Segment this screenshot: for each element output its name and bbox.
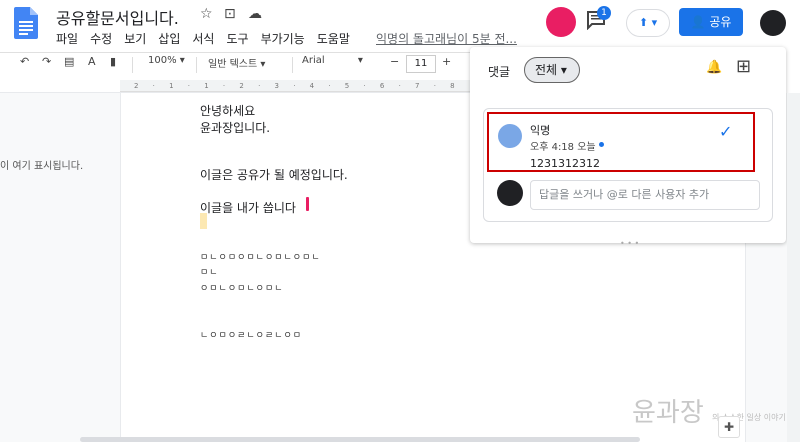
- reply-input[interactable]: 답글을 쓰거나 @로 다른 사용자 추가: [530, 180, 760, 210]
- menu-file[interactable]: 파일: [56, 30, 78, 47]
- ruler[interactable]: 2 · 1 · 1 · 2 · 3 · 4 · 5 · 6 · 7 · 8: [120, 80, 470, 92]
- menu-tools[interactable]: 도구: [226, 30, 248, 47]
- redo-icon[interactable]: ↷: [42, 55, 51, 68]
- document-title[interactable]: 공유할문서입니다.: [56, 5, 179, 29]
- style-select[interactable]: 일반 텍스트 ▾: [208, 55, 265, 70]
- toolbar-divider: [132, 57, 133, 73]
- doc-line[interactable]: 안녕하세요: [200, 102, 255, 119]
- print-icon[interactable]: ▤: [64, 55, 74, 68]
- toolbar-divider: [196, 57, 197, 73]
- menu-format[interactable]: 서식: [192, 30, 214, 47]
- comments-filter-dropdown[interactable]: 전체 ▾: [524, 57, 580, 83]
- vertical-scrollbar[interactable]: [787, 93, 800, 442]
- docs-logo-icon[interactable]: [14, 7, 38, 39]
- move-folder-icon[interactable]: ⊡: [224, 6, 236, 22]
- reply-avatar: [497, 180, 523, 206]
- horizontal-scrollbar[interactable]: [80, 437, 640, 442]
- explore-icon[interactable]: ✚: [718, 416, 740, 438]
- font-size-increase[interactable]: +: [442, 55, 451, 68]
- unread-dot: [599, 142, 604, 147]
- account-avatar[interactable]: [760, 10, 786, 36]
- paint-format-icon[interactable]: ▮: [110, 55, 116, 68]
- add-comment-icon[interactable]: ⊞: [736, 56, 751, 77]
- star-icon[interactable]: ☆: [200, 6, 213, 22]
- menu-bar: 파일 수정 보기 삽입 서식 도구 부가기능 도움말: [56, 30, 362, 47]
- resolve-check-icon[interactable]: ✓: [719, 122, 732, 141]
- notification-badge: 1: [597, 6, 611, 20]
- last-edit-link[interactable]: 익명의 돌고래님이 5분 전...: [376, 30, 517, 47]
- comments-title: 댓글: [488, 65, 511, 79]
- share-button[interactable]: 👤 공유: [679, 8, 743, 36]
- comment-author: 익명: [530, 124, 551, 137]
- toolbar-divider: [292, 57, 293, 73]
- menu-edit[interactable]: 수정: [90, 30, 112, 47]
- present-button[interactable]: ⬆ ▾: [626, 9, 670, 37]
- present-icon: ⬆ ▾: [638, 16, 658, 29]
- cloud-status-icon[interactable]: ☁: [248, 6, 262, 22]
- comment-body: 1231312312: [530, 157, 600, 170]
- google-docs-window: 공유할문서입니다. ☆ ⊡ ☁ 파일 수정 보기 삽입 서식 도구 부가기능 도…: [0, 0, 800, 442]
- doc-line[interactable]: ㅇㅁㄴㅇㅁㄴㅇㅁㄴ: [200, 281, 284, 294]
- font-size-decrease[interactable]: −: [390, 55, 399, 68]
- doc-line[interactable]: ㄴㅇㅁㅇㄹㄴㅇㄹㄴㅇㅁ: [200, 328, 302, 341]
- undo-icon[interactable]: ↶: [20, 55, 29, 68]
- font-size-field[interactable]: 11: [406, 55, 436, 73]
- comment-highlight[interactable]: [200, 213, 207, 229]
- commenter-avatar: [498, 124, 522, 148]
- font-select[interactable]: Arial ▾: [302, 55, 363, 66]
- person-icon: 👤: [690, 15, 706, 29]
- doc-line[interactable]: ㅁㄴㅇㅁㅇㅁㄴㅇㅁㄴㅇㅁㄴ: [200, 250, 321, 263]
- watermark-text: 윤과장: [632, 398, 704, 428]
- spellcheck-icon[interactable]: A: [88, 55, 96, 68]
- zoom-select[interactable]: 100% ▾: [148, 55, 185, 66]
- menu-insert[interactable]: 삽입: [158, 30, 180, 47]
- collaborator-cursor: [306, 197, 309, 211]
- doc-line[interactable]: 이글을 내가 씁니다: [200, 199, 296, 216]
- panel-drag-handle[interactable]: • • •: [620, 239, 639, 248]
- outline-hint-text: 이 여기 표시됩니다.: [0, 161, 84, 172]
- collaborator-avatar[interactable]: [546, 7, 576, 37]
- comment-timestamp: 오후 4:18 오늘: [530, 142, 596, 153]
- share-label: 공유: [709, 15, 732, 29]
- annotation-highlight-box: [487, 112, 755, 172]
- doc-line[interactable]: 윤과장입니다.: [200, 119, 270, 136]
- bell-icon[interactable]: 🔔: [706, 60, 722, 75]
- menu-help[interactable]: 도움말: [317, 30, 350, 47]
- menu-view[interactable]: 보기: [124, 30, 146, 47]
- chevron-down-icon: ▾: [560, 63, 567, 77]
- doc-line[interactable]: 이글은 공유가 될 예정입니다.: [200, 166, 348, 183]
- doc-line[interactable]: ㅁㄴ: [200, 265, 219, 278]
- menu-addons[interactable]: 부가기능: [261, 30, 305, 47]
